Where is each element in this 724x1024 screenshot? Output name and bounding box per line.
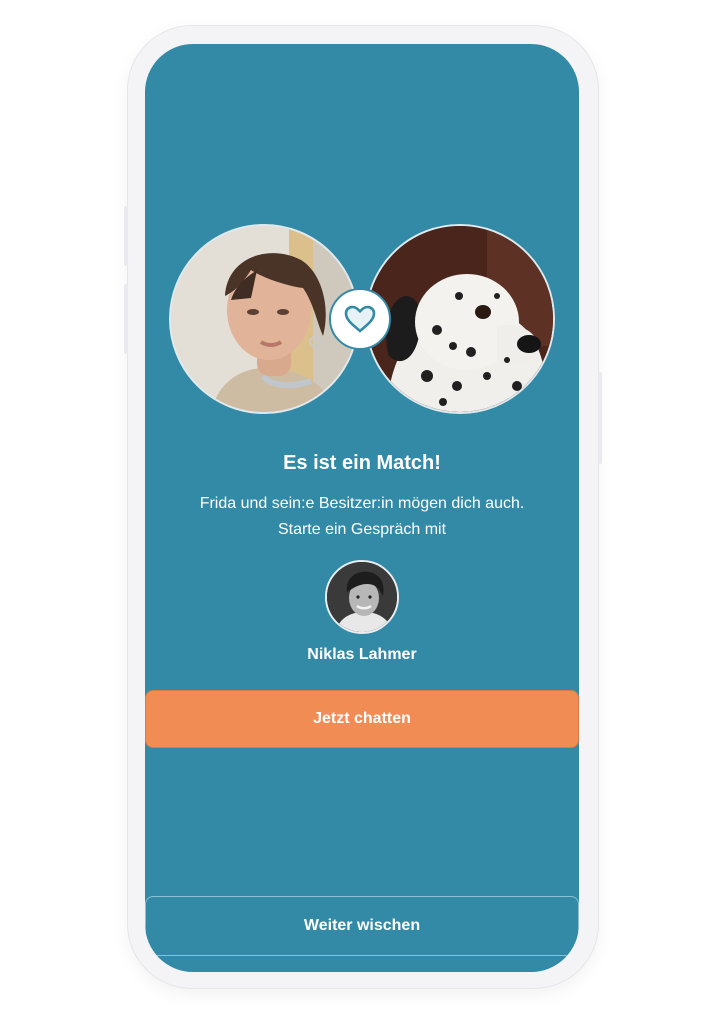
match-message: Frida und sein:e Besitzer:in mögen dich … [199, 495, 525, 538]
heart-icon [344, 305, 376, 333]
dalmatian-dog-photo [367, 226, 553, 412]
owner-name: Niklas Lahmer [307, 646, 417, 663]
volume-down-button [124, 284, 128, 354]
owner-avatar[interactable] [325, 560, 399, 634]
match-heart-badge [329, 288, 391, 350]
continue-swiping-button[interactable]: Weiter wischen [145, 896, 579, 956]
match-title: Es ist ein Match! [283, 452, 441, 474]
match-screen: Es ist ein Match! Frida und sein:e Besit… [145, 44, 579, 972]
chat-now-button[interactable]: Jetzt chatten [145, 690, 579, 748]
pet-photo [365, 224, 555, 414]
power-button [598, 372, 602, 464]
volume-up-button [124, 206, 128, 266]
man-portrait-photo [327, 562, 397, 632]
